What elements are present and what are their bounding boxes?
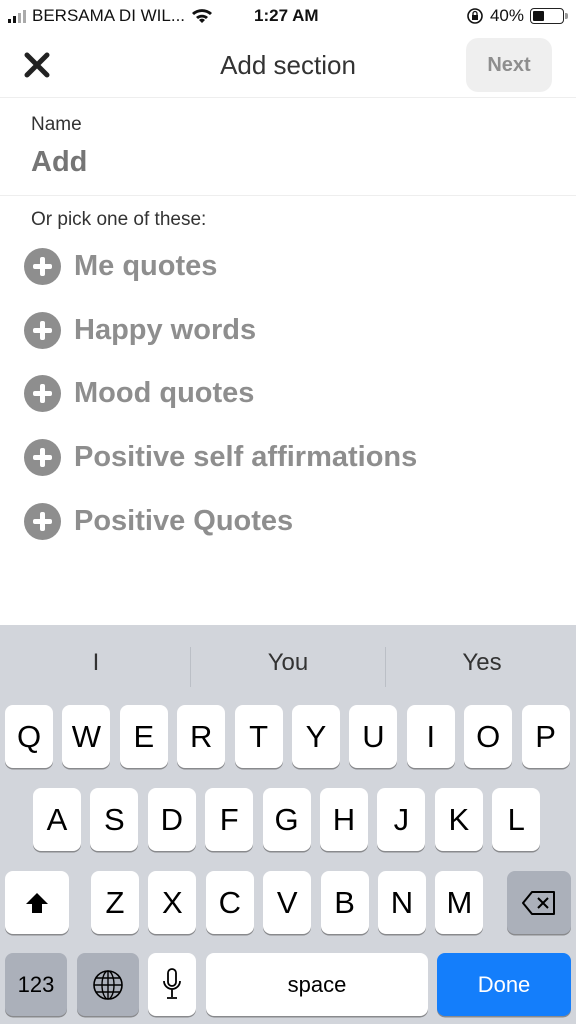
suggestion-item[interactable]: Happy words <box>24 310 256 350</box>
key-n[interactable]: N <box>378 871 426 934</box>
shift-icon <box>26 893 48 913</box>
name-field: Name <box>0 98 576 196</box>
key-b[interactable]: B <box>320 871 369 934</box>
key-e[interactable]: E <box>119 705 168 768</box>
key-l[interactable]: L <box>492 788 541 851</box>
add-circle-icon <box>24 247 61 285</box>
key-p[interactable]: P <box>521 705 570 768</box>
battery-percent: 40% <box>489 6 524 25</box>
backspace-icon <box>522 891 555 915</box>
add-circle-icon <box>24 438 61 476</box>
carrier-name: BERSAMA DI WIL... <box>32 6 186 25</box>
globe-key[interactable] <box>77 953 139 1016</box>
key-m[interactable]: M <box>435 871 484 934</box>
suggestion-item[interactable]: Positive Quotes <box>24 501 293 541</box>
key-v[interactable]: V <box>263 871 312 934</box>
space-key[interactable]: space <box>206 953 428 1016</box>
key-s[interactable]: S <box>90 788 139 851</box>
battery-icon <box>530 8 568 24</box>
backspace-key[interactable] <box>507 871 571 934</box>
key-x[interactable]: X <box>148 871 197 934</box>
key-z[interactable]: Z <box>91 871 139 934</box>
nav-bar: Add section Next <box>0 34 576 98</box>
microphone-icon <box>163 968 181 999</box>
key-i[interactable]: I <box>406 705 455 768</box>
key-o[interactable]: O <box>464 705 513 768</box>
status-bar: BERSAMA DI WIL... 1:27 AM 40% <box>0 0 576 34</box>
prediction[interactable]: I <box>0 649 192 677</box>
suggestion-item[interactable]: Positive self affirmations <box>24 437 417 477</box>
suggestion-item[interactable]: Me quotes <box>24 246 217 286</box>
key-d[interactable]: D <box>147 788 196 851</box>
key-c[interactable]: C <box>205 871 254 934</box>
prediction[interactable]: Yes <box>386 649 576 677</box>
add-circle-icon <box>24 502 61 540</box>
done-key[interactable]: Done <box>437 953 571 1016</box>
clock: 1:27 AM <box>254 6 319 25</box>
next-button[interactable]: Next <box>466 38 552 92</box>
key-f[interactable]: F <box>205 788 254 851</box>
signal-icon <box>8 9 26 23</box>
key-j[interactable]: J <box>377 788 426 851</box>
keyboard: I You Yes Q W E R T Y U I O P A S D F G H J K L Z X C V B N M 123 s… <box>0 625 576 1024</box>
suggestion-item[interactable]: Mood quotes <box>24 373 254 413</box>
key-q[interactable]: Q <box>5 705 53 768</box>
prediction[interactable]: You <box>192 649 384 677</box>
key-a[interactable]: A <box>33 788 81 851</box>
key-y[interactable]: Y <box>292 705 340 768</box>
key-w[interactable]: W <box>62 705 111 768</box>
shift-key[interactable] <box>5 871 69 934</box>
key-k[interactable]: K <box>434 788 483 851</box>
predictive-bar: I You Yes <box>0 625 576 703</box>
wifi-icon <box>192 9 213 23</box>
dictation-key[interactable] <box>148 953 196 1016</box>
key-h[interactable]: H <box>320 788 368 851</box>
key-g[interactable]: G <box>262 788 311 851</box>
key-u[interactable]: U <box>349 705 398 768</box>
numbers-key[interactable]: 123 <box>5 953 67 1016</box>
key-r[interactable]: R <box>177 705 226 768</box>
divider <box>190 647 191 687</box>
add-circle-icon <box>24 311 61 349</box>
orientation-lock-icon <box>467 8 483 24</box>
name-input[interactable] <box>31 142 531 182</box>
globe-icon <box>93 970 123 1000</box>
key-t[interactable]: T <box>234 705 283 768</box>
add-circle-icon <box>24 374 61 412</box>
name-label: Name <box>31 114 82 135</box>
suggestions-heading: Or pick one of these: <box>31 209 207 230</box>
